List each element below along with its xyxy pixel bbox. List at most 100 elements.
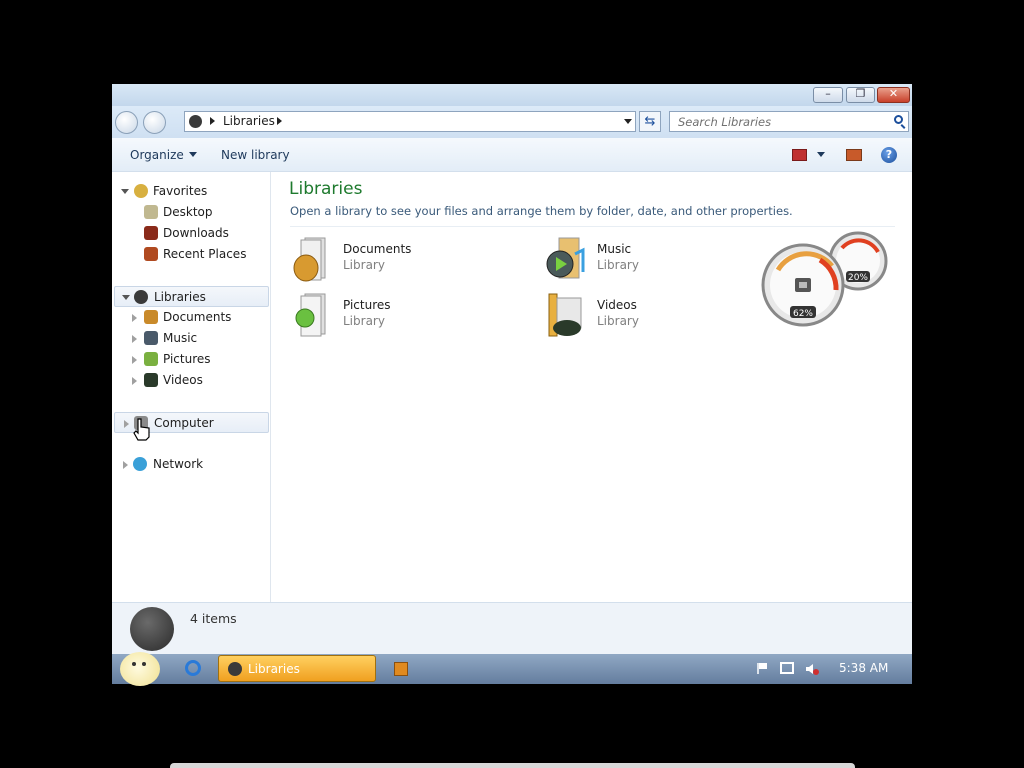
- breadcrumb-libraries[interactable]: Libraries: [223, 114, 275, 128]
- network-icon: [133, 457, 147, 471]
- details-pane: 4 items: [112, 602, 912, 654]
- nav-item-documents[interactable]: Documents: [112, 307, 270, 328]
- new-library-button[interactable]: New library: [221, 148, 290, 162]
- chevron-down-icon: [188, 152, 197, 157]
- expand-icon[interactable]: [124, 420, 129, 428]
- address-history-dropdown-icon[interactable]: [624, 119, 632, 124]
- system-clock[interactable]: 5:38 AM: [839, 661, 888, 675]
- videos-icon: [144, 373, 158, 387]
- expand-icon[interactable]: [132, 335, 137, 343]
- address-row: Libraries ⇆ Search Libraries: [112, 106, 912, 138]
- libraries-icon: [189, 115, 202, 128]
- network-status-icon[interactable]: [780, 662, 794, 674]
- nav-network-label: Network: [153, 457, 204, 471]
- taskbar-item-libraries[interactable]: Libraries: [218, 655, 376, 682]
- nav-item-label: Pictures: [163, 352, 211, 366]
- library-music[interactable]: Music Library: [545, 236, 745, 286]
- libraries-icon: [228, 662, 242, 676]
- screen-bottom-edge: [170, 763, 855, 768]
- volume-muted-icon[interactable]: [805, 662, 819, 676]
- library-pictures[interactable]: Pictures Library: [291, 292, 491, 342]
- library-type: Library: [597, 258, 639, 272]
- library-type: Library: [343, 314, 385, 328]
- title-bar: – ❐ ✕: [112, 84, 912, 106]
- nav-item-downloads[interactable]: Downloads: [112, 223, 270, 244]
- documents-icon: [144, 310, 158, 324]
- collapse-icon[interactable]: [121, 189, 129, 194]
- preview-pane-icon[interactable]: [846, 149, 862, 161]
- music-library-icon: [546, 237, 585, 279]
- item-count: 4 items: [190, 611, 237, 626]
- view-options-dropdown[interactable]: [812, 148, 825, 162]
- cpu-usage-label: 62%: [793, 309, 813, 319]
- videos-library-icon: [548, 293, 582, 337]
- search-input[interactable]: Search Libraries: [669, 111, 909, 132]
- taskbar-item-label: Libraries: [248, 662, 300, 676]
- collapse-icon[interactable]: [122, 295, 130, 300]
- internet-explorer-icon[interactable]: [185, 660, 201, 676]
- hand-cursor-icon: [133, 418, 150, 441]
- nav-computer-label: Computer: [154, 416, 214, 430]
- start-button[interactable]: [120, 652, 160, 686]
- library-name: Music: [597, 242, 632, 256]
- recent-places-icon: [144, 247, 158, 261]
- libraries-icon: [134, 290, 148, 304]
- nav-item-label: Recent Places: [163, 247, 247, 261]
- library-name: Documents: [343, 242, 412, 256]
- expand-icon[interactable]: [123, 461, 128, 469]
- help-icon[interactable]: ?: [881, 147, 897, 163]
- nav-item-desktop[interactable]: Desktop: [112, 202, 270, 223]
- nav-network[interactable]: Network: [112, 454, 270, 475]
- nav-libraries-label: Libraries: [154, 290, 206, 304]
- library-name: Pictures: [343, 298, 391, 312]
- chevron-down-icon: [817, 152, 825, 157]
- library-videos[interactable]: Videos Library: [545, 292, 745, 342]
- media-player-icon[interactable]: [394, 662, 408, 676]
- explorer-window: – ❐ ✕ Libraries ⇆ Search Libraries Organ…: [112, 84, 912, 654]
- maximize-button[interactable]: ❐: [846, 87, 875, 103]
- desktop-icon: [144, 205, 158, 219]
- search-icon[interactable]: [894, 115, 903, 124]
- forward-button[interactable]: [143, 111, 166, 134]
- library-documents[interactable]: Documents Library: [291, 236, 491, 286]
- nav-item-label: Videos: [163, 373, 203, 387]
- expand-icon[interactable]: [132, 356, 137, 364]
- nav-item-label: Documents: [163, 310, 232, 324]
- back-button[interactable]: [115, 111, 138, 134]
- organize-label: Organize: [130, 148, 184, 162]
- minimize-button[interactable]: –: [813, 87, 843, 103]
- library-name: Videos: [597, 298, 637, 312]
- downloads-icon: [144, 226, 158, 240]
- navigation-pane: Favorites Desktop Downloads Recent Place…: [112, 172, 271, 602]
- search-placeholder: Search Libraries: [678, 115, 772, 129]
- address-bar[interactable]: Libraries: [184, 111, 636, 132]
- library-type: Library: [597, 314, 639, 328]
- restore-icon: ❐: [855, 87, 866, 100]
- organize-button[interactable]: Organize: [130, 148, 197, 162]
- documents-library-icon: [293, 237, 326, 282]
- nav-libraries[interactable]: Libraries: [114, 286, 269, 307]
- memory-usage-label: 20%: [848, 273, 868, 283]
- nav-favorites[interactable]: Favorites: [112, 181, 270, 202]
- libraries-large-icon: [130, 607, 174, 651]
- nav-item-label: Downloads: [163, 226, 229, 240]
- close-icon: ✕: [888, 87, 899, 100]
- breadcrumb-separator-icon[interactable]: [210, 117, 215, 125]
- minimize-icon: –: [825, 87, 831, 100]
- nav-item-music[interactable]: Music: [112, 328, 270, 349]
- nav-item-label: Music: [163, 331, 198, 345]
- action-center-flag-icon[interactable]: [756, 662, 768, 674]
- refresh-button[interactable]: ⇆: [639, 111, 661, 132]
- expand-icon[interactable]: [132, 314, 137, 322]
- nav-item-recent-places[interactable]: Recent Places: [112, 244, 270, 265]
- nav-item-pictures[interactable]: Pictures: [112, 349, 270, 370]
- close-button[interactable]: ✕: [877, 87, 910, 103]
- change-view-icon[interactable]: [792, 149, 807, 161]
- breadcrumb-separator-icon[interactable]: [277, 117, 282, 125]
- nav-item-videos[interactable]: Videos: [112, 370, 270, 391]
- page-title: Libraries: [289, 179, 363, 199]
- expand-icon[interactable]: [132, 377, 137, 385]
- cpu-meter-gadget[interactable]: 62% 20%: [760, 230, 890, 328]
- page-subtitle: Open a library to see your files and arr…: [290, 204, 793, 218]
- refresh-icon: ⇆: [644, 114, 656, 129]
